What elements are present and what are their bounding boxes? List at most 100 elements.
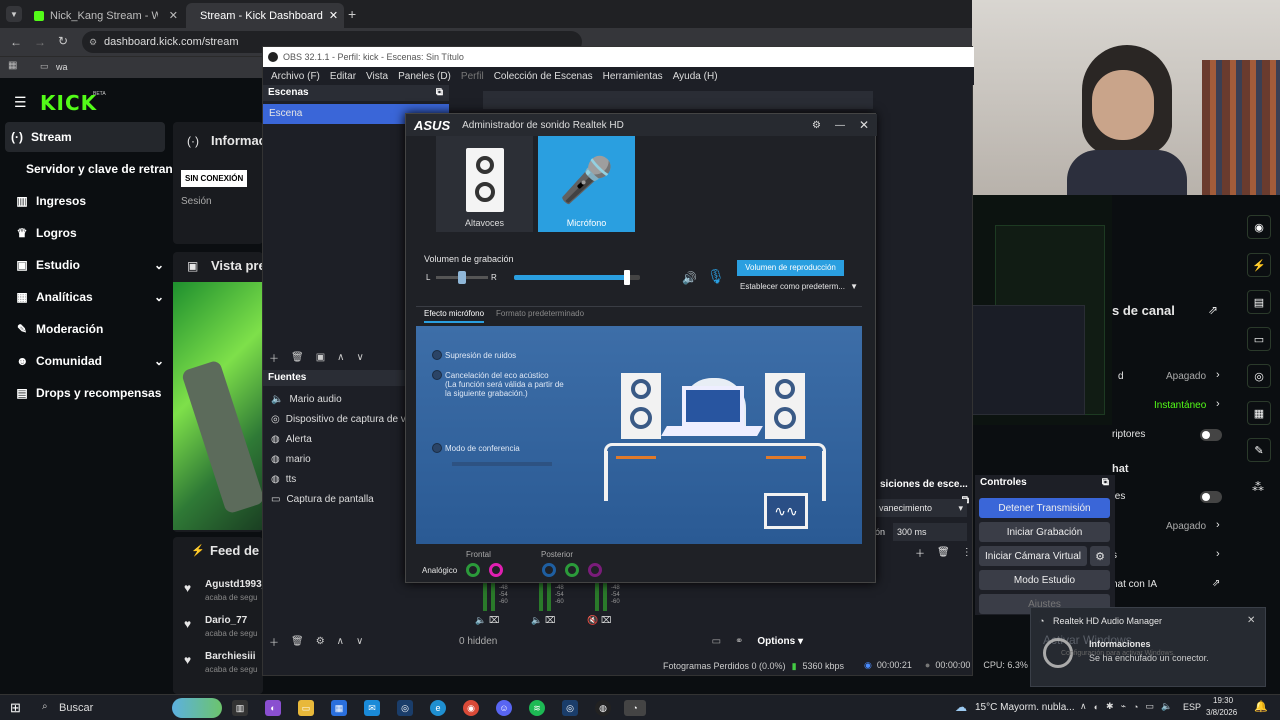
volume-knob[interactable] [624,270,631,285]
realtek-tray-icon[interactable]: ◔ [1133,702,1138,712]
device-tile-speakers[interactable]: Altavoces [436,136,533,232]
realtek-taskbar-icon[interactable]: ◔ [624,700,646,716]
forward-icon[interactable]: → [34,35,46,49]
steam-icon[interactable]: ◎ [397,700,413,716]
start-virtual-cam-button[interactable]: Iniciar Cámara Virtual [979,546,1087,566]
conference-mode-radio[interactable] [432,443,442,453]
reload-icon[interactable]: ↻ [58,34,68,48]
menu-ayuda[interactable]: Ayuda (H) [673,71,718,82]
site-info-icon[interactable]: ⚙ [89,31,97,53]
volume-icon[interactable]: 🔈 [531,615,542,626]
new-tab-icon[interactable]: + [348,6,356,22]
up-icon[interactable]: ∧ [337,352,344,363]
sidebar-item-ingresos[interactable]: ▥ Ingresos [10,189,170,213]
rear-jack-pink[interactable] [588,563,602,577]
chevron-right-icon[interactable]: › [1216,548,1220,560]
studio-mode-button[interactable]: Modo Estudio [979,570,1110,590]
balance-knob[interactable] [458,271,466,284]
apps-dots-icon[interactable]: ⁂ [1252,480,1264,494]
chrome-icon[interactable]: ◉ [463,700,479,716]
outlook-icon[interactable]: ✉ [364,700,380,716]
panel-icon[interactable]: ▭ [712,636,721,647]
setting-value[interactable]: Instantáneo [1154,400,1206,411]
link-icon[interactable]: ⚭ [735,636,743,647]
discord-icon[interactable]: ☺ [496,700,512,716]
lock-icon[interactable]: ⌧ [545,615,555,626]
chevron-right-icon[interactable]: › [1216,519,1220,531]
chevron-right-icon[interactable]: › [1216,369,1220,381]
close-icon[interactable]: ✕ [1247,615,1255,626]
conference-slider[interactable] [452,462,552,466]
menu-editar[interactable]: Editar [330,71,356,82]
task-view-icon[interactable]: ▥ [232,700,248,716]
network-icon[interactable]: ▭ [1145,701,1154,712]
up-icon[interactable]: ∧ [337,636,344,647]
transition-select[interactable]: vanecimiento ▾ [875,499,967,517]
front-jack-green[interactable] [466,563,480,577]
filter-icon[interactable]: ▣ [316,352,325,363]
bookmark-label[interactable]: wa [56,62,68,72]
menu-paneles[interactable]: Paneles (D) [398,71,451,82]
chat-toggle[interactable] [1200,491,1222,503]
start-recording-button[interactable]: Iniciar Grabación [979,522,1110,542]
close-icon[interactable]: ✕ [169,9,178,22]
wrench-icon[interactable]: ✎ [1247,438,1271,462]
obs-icon[interactable]: ◍ [595,700,611,716]
windows-start-icon[interactable]: ⊞ [10,700,21,716]
front-jack-pink[interactable] [489,563,503,577]
clock-time[interactable]: 19:30 [1213,696,1233,705]
muted-icon[interactable]: 🔇 [587,615,598,626]
default-device-dropdown[interactable]: Establecer como predeterm... ▼ [740,280,860,294]
back-icon[interactable]: ← [10,35,22,49]
volume-icon[interactable]: 🔈 [475,615,486,626]
bluetooth-icon[interactable]: ✱ [1106,701,1114,712]
options-button[interactable]: Options ▾ [757,636,803,647]
broadcast-icon[interactable]: ◎ [1247,364,1271,388]
gear-icon[interactable]: ⚙ [316,636,325,647]
sidebar-item-analiticas[interactable]: ▦ Analíticas ⌄ [10,285,170,309]
clipboard-icon[interactable]: ▤ [1247,290,1271,314]
device-tile-microphone[interactable]: 🎤 Micrófono [538,136,635,232]
trash-icon[interactable]: 🗑 [291,352,304,363]
apps-icon[interactable]: ▦ [8,60,17,71]
windows-notification[interactable]: ◔ Realtek HD Audio Manager ✕ Activar Win… [1030,607,1266,687]
sidebar-item-comunidad[interactable]: ☻ Comunidad ⌄ [10,349,170,373]
file-explorer-icon[interactable]: ▭ [298,700,314,716]
dock-float-icon[interactable]: ⧉ [436,85,443,101]
rear-jack-green[interactable] [565,563,579,577]
noise-suppression-radio[interactable] [432,350,442,360]
sidebar-item-server-key[interactable]: Servidor y clave de retransm [20,157,175,181]
taskbar-weather[interactable]: 15°C Mayorm. nubla... [975,702,1075,713]
close-icon[interactable]: ✕ [329,9,338,22]
chevron-up-icon[interactable]: ∧ [1080,701,1087,712]
external-link-icon[interactable]: ⇗ [1212,578,1220,589]
down-icon[interactable]: ∨ [356,352,363,363]
menu-herramientas[interactable]: Herramientas [603,71,663,82]
playback-volume-button[interactable]: Volumen de reproducción [737,260,844,276]
calendar-icon[interactable]: ▦ [1247,401,1271,425]
copilot-icon[interactable]: ◐ [265,700,281,716]
trash-icon[interactable]: 🗑 [291,636,304,647]
sidebar-item-estudio[interactable]: ▣ Estudio ⌄ [10,253,170,277]
lightning-icon[interactable]: ⚡ [1247,253,1271,277]
more-icon[interactable]: ⋮ [962,547,972,558]
sidebar-item-moderacion[interactable]: ✎ Moderación [10,317,170,341]
setting-value[interactable]: Apagado [1166,521,1206,532]
sidebar-item-stream[interactable]: (·) Stream [5,122,165,152]
clock-date[interactable]: 3/8/2026 [1206,708,1237,717]
kick-logo[interactable]: KICK [40,91,97,115]
microphone-icon[interactable]: 🎙 [707,268,725,285]
menu-perfil[interactable]: Perfil [461,71,484,82]
rear-jack-blue[interactable] [542,563,556,577]
spotify-icon[interactable]: ≋ [529,700,545,716]
chevron-right-icon[interactable]: › [1216,398,1220,410]
language-indicator[interactable]: ESP [1183,702,1201,712]
tray-app-icon[interactable]: ◐ [1094,702,1099,712]
down-icon[interactable]: ∨ [356,636,363,647]
gear-icon[interactable]: ⚙ [812,120,821,131]
lock-icon[interactable]: ⌧ [489,615,499,626]
sidebar-item-logros[interactable]: ♛ Logros [10,221,170,245]
add-icon[interactable]: ＋ [269,350,279,365]
notifications-icon[interactable]: 🔔 [1254,700,1268,713]
minimize-icon[interactable]: — [835,120,845,131]
